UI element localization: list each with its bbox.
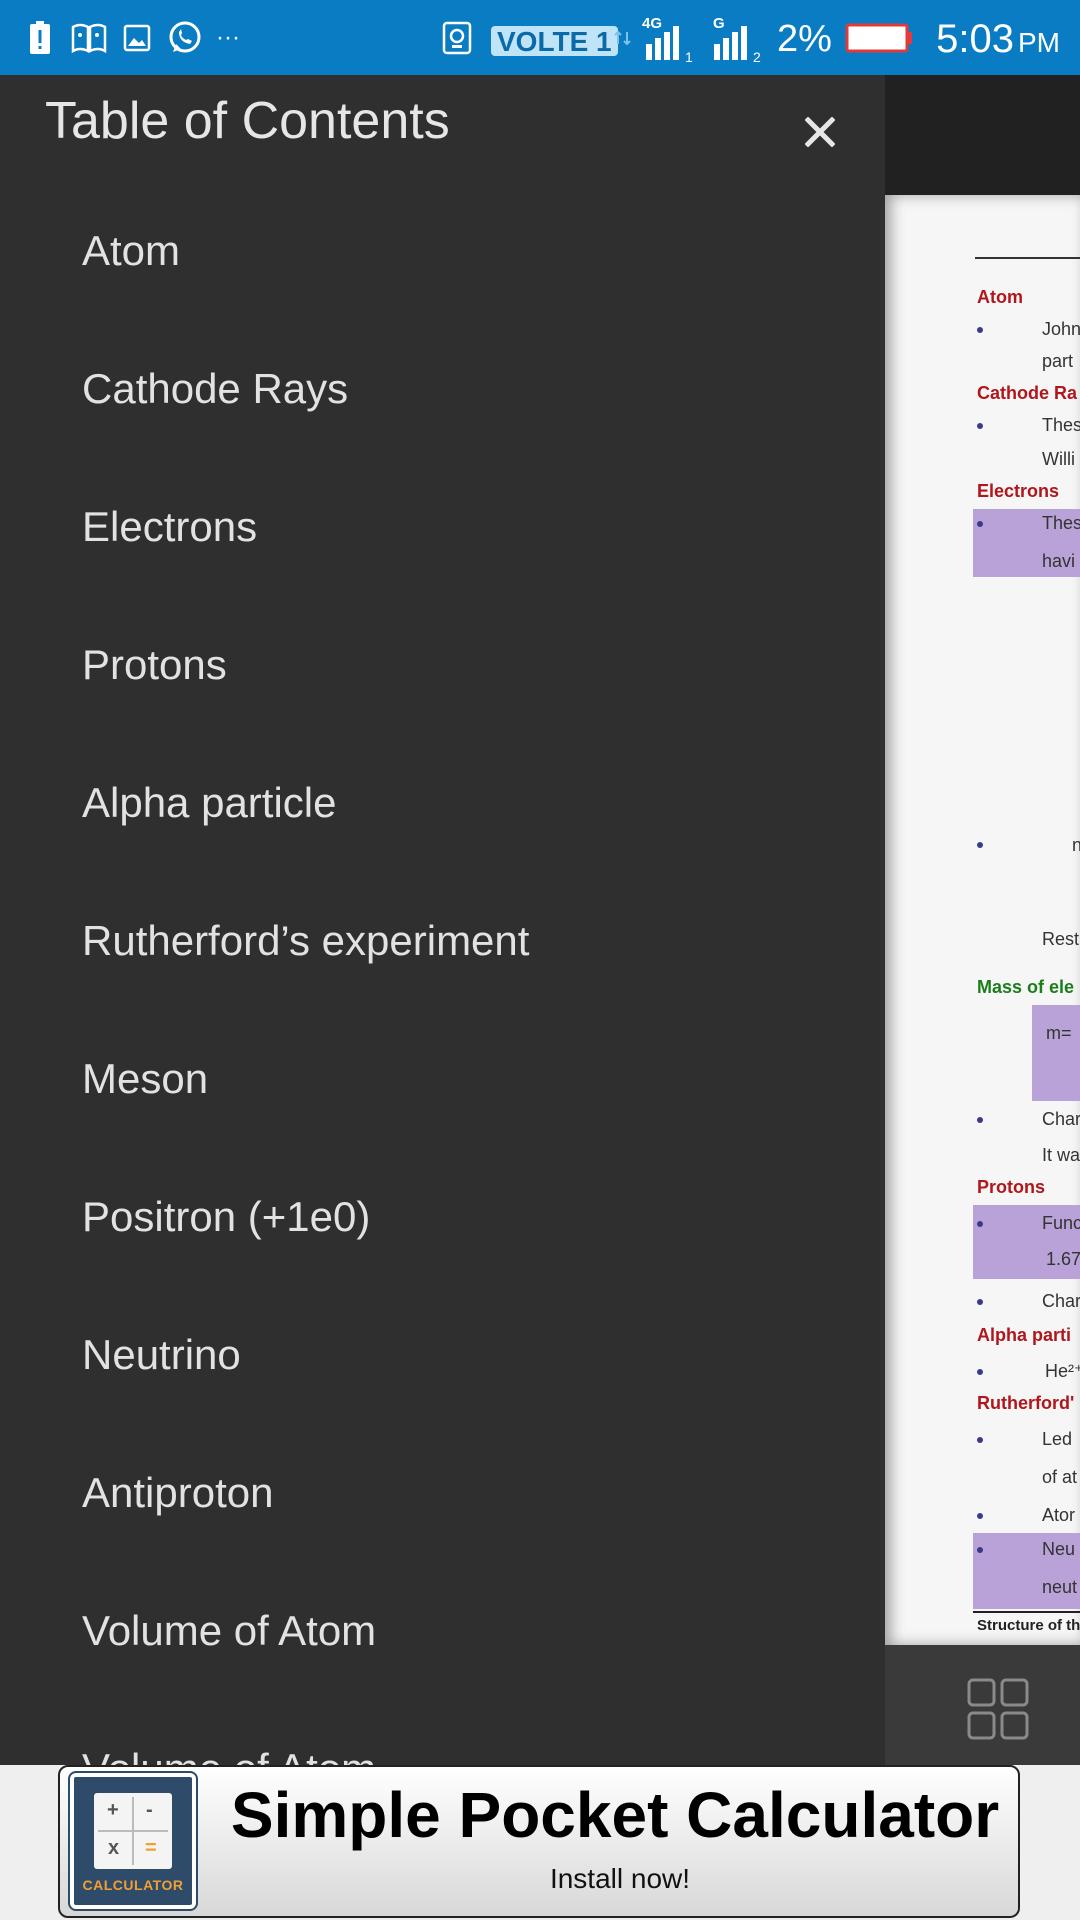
toc-item-meson[interactable]: Meson (82, 1058, 208, 1100)
table-of-contents-drawer: Table of Contents Atom Cathode Rays Elec… (0, 75, 885, 1765)
equals-glyph: = (145, 1837, 157, 1859)
signal-sim1-icon: 4G 1 (640, 0, 700, 75)
toc-item-electrons[interactable]: Electrons (82, 506, 257, 548)
svg-text:G: G (713, 15, 725, 32)
doc-text: havi (1042, 551, 1076, 571)
doc-bullet (977, 1221, 983, 1227)
notification-app-icon (70, 0, 108, 75)
doc-heading-mass: Mass of ele (977, 977, 1075, 997)
toc-item-volume-of-atom[interactable]: Volume of Atom (82, 1610, 376, 1652)
doc-text: Char (1042, 1109, 1080, 1129)
doc-bullet (977, 521, 983, 527)
doc-heading-electrons: Electrons (977, 481, 1060, 501)
toc-item-neutrino[interactable]: Neutrino (82, 1334, 241, 1376)
doc-bullet (977, 423, 983, 429)
minus-glyph: - (146, 1799, 153, 1821)
battery-alert-icon (28, 0, 52, 75)
ad-install-link[interactable]: Install now! (220, 1863, 1020, 1895)
screenshot-icon (442, 0, 472, 75)
calculator-icon: + - x = (94, 1793, 172, 1869)
data-arrows-icon (613, 0, 633, 75)
toc-item-volume-of-atom-2[interactable]: Volume of Atom (82, 1748, 376, 1766)
more-notifications-icon: ··· (216, 23, 240, 51)
doc-text: Led (1042, 1429, 1073, 1449)
toc-item-rutherfords-experiment[interactable]: Rutherford’s experiment (82, 920, 529, 962)
doc-text: part (1042, 351, 1074, 371)
svg-text:1: 1 (685, 49, 693, 65)
doc-bullet (977, 842, 983, 848)
status-bar: ··· VOLTE 1 4G 1 G2 2% 5:03 PM (0, 0, 1080, 75)
document-page[interactable]: Atom John part Cathode Ra Thes Willi Ele… (885, 195, 1080, 1645)
battery-percent: 2% (777, 18, 832, 60)
ad-logo-text: CALCULATOR (82, 1877, 184, 1893)
multiply-glyph: x (108, 1837, 120, 1859)
doc-text: 1.67 (1046, 1249, 1080, 1269)
doc-heading-cathode: Cathode Ra (977, 383, 1078, 403)
doc-text: Rest (1042, 929, 1080, 949)
clock: 5:03 PM (936, 0, 1060, 75)
doc-text: Thes (1042, 513, 1080, 533)
signal-sim2-icon: G2 (708, 0, 768, 75)
toc-item-alpha-particle[interactable]: Alpha particle (82, 782, 336, 824)
doc-footer-text: Structure of th (977, 1617, 1080, 1634)
ad-container: + - x = CALCULATOR Simple Pocket Calcula… (0, 1765, 1080, 1920)
doc-bullet (977, 1369, 983, 1375)
doc-text: Char (1042, 1291, 1080, 1311)
doc-bullet (977, 1513, 983, 1519)
doc-bullet (977, 1117, 983, 1123)
close-icon (805, 117, 835, 147)
toc-item-atom[interactable]: Atom (82, 230, 180, 272)
volte-badge: VOLTE 1 (491, 26, 618, 57)
doc-text: of at (1042, 1467, 1078, 1487)
doc-bullet (977, 327, 983, 333)
image-icon (123, 0, 151, 75)
doc-text: Ator (1042, 1505, 1076, 1525)
document-toolbar (885, 75, 1080, 195)
plus-glyph: + (107, 1799, 119, 1821)
grid-view-icon[interactable] (967, 1678, 1029, 1740)
doc-bullet (977, 1547, 983, 1553)
ad-banner[interactable]: + - x = CALCULATOR Simple Pocket Calcula… (58, 1765, 1020, 1918)
doc-heading-protons: Protons (977, 1177, 1046, 1197)
toc-item-positron[interactable]: Positron (+1e0) (82, 1196, 370, 1238)
doc-highlight (1032, 1005, 1080, 1101)
doc-heading-alpha: Alpha parti (977, 1325, 1072, 1345)
close-button[interactable] (795, 107, 845, 157)
page-rule (973, 1611, 1080, 1613)
toc-item-protons[interactable]: Protons (82, 644, 227, 686)
doc-text: Thes (1042, 415, 1080, 435)
doc-text: John (1042, 319, 1080, 339)
doc-text: He²⁺ (1045, 1361, 1080, 1381)
battery-low-icon (845, 0, 913, 75)
doc-heading-rutherford: Rutherford' (977, 1393, 1075, 1413)
doc-text: Neu (1042, 1539, 1076, 1559)
toc-title: Table of Contents (45, 92, 450, 150)
calculator-app-logo: + - x = CALCULATOR (68, 1771, 198, 1911)
doc-bullet (977, 1437, 983, 1443)
doc-text: Func (1042, 1213, 1080, 1233)
doc-text: neut (1042, 1577, 1078, 1597)
doc-text: Willi (1042, 449, 1075, 469)
page-rule (975, 257, 1080, 259)
doc-text: m= (1046, 1023, 1072, 1043)
doc-text: n (1072, 835, 1080, 855)
whatsapp-icon (167, 0, 203, 75)
document-viewer[interactable]: Atom John part Cathode Ra Thes Willi Ele… (885, 195, 1080, 1645)
svg-text:4G: 4G (642, 15, 662, 32)
doc-bullet (977, 1299, 983, 1305)
clock-ampm: PM (1018, 27, 1060, 58)
toc-item-antiproton[interactable]: Antiproton (82, 1472, 273, 1514)
svg-text:2: 2 (753, 49, 761, 65)
ad-title[interactable]: Simple Pocket Calculator (220, 1783, 1010, 1847)
doc-heading-atom: Atom (977, 287, 1023, 307)
clock-time: 5:03 (936, 17, 1014, 61)
doc-text: It wa (1042, 1145, 1080, 1165)
toc-item-cathode-rays[interactable]: Cathode Rays (82, 368, 348, 410)
